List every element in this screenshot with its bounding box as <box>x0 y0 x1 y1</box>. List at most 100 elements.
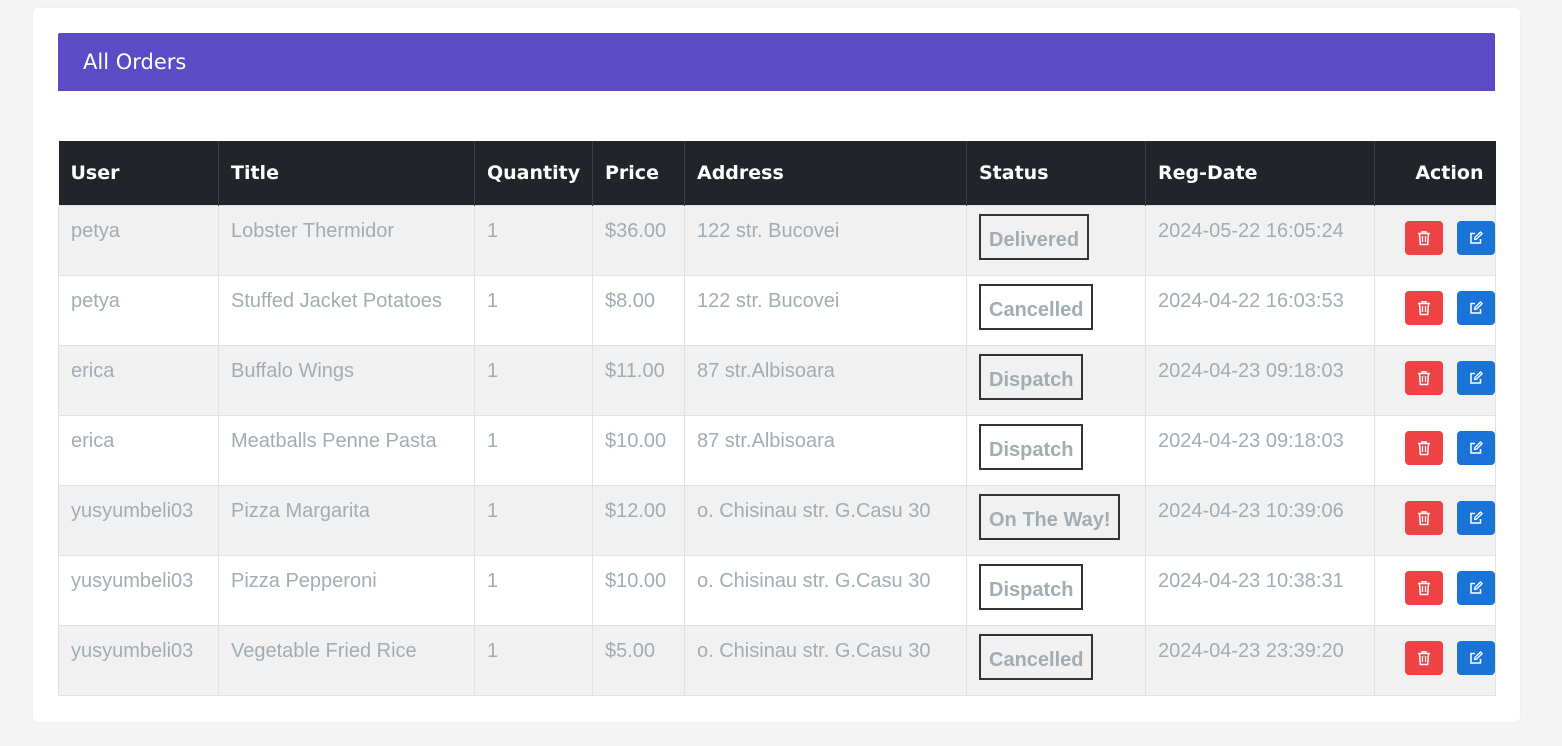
cell-action <box>1374 414 1496 486</box>
cell-title: Buffalo Wings <box>218 344 475 416</box>
cell-price: $12.00 <box>592 484 685 556</box>
delete-button[interactable] <box>1405 221 1444 255</box>
address-text: 122 str. Bucovei <box>697 289 840 312</box>
edit-button[interactable] <box>1457 571 1495 605</box>
address-text: o. Chisinau str. G.Casu 30 <box>697 569 931 592</box>
user-text: yusyumbeli03 <box>71 639 194 662</box>
reg-date-text: 2024-05-22 16:05:24 <box>1158 219 1344 242</box>
edit-button[interactable] <box>1457 431 1495 465</box>
table-row: petya Lobster Thermidor 1 $36.00 122 str… <box>58 204 1496 276</box>
delete-button[interactable] <box>1405 501 1444 535</box>
user-text: yusyumbeli03 <box>71 499 194 522</box>
reg-date-text: 2024-04-23 10:39:06 <box>1158 499 1344 522</box>
price-text: $5.00 <box>605 639 656 662</box>
edit-icon <box>1470 371 1483 384</box>
price-text: $10.00 <box>605 429 667 452</box>
delete-button[interactable] <box>1405 571 1444 605</box>
edit-icon <box>1470 651 1483 664</box>
address-text: o. Chisinau str. G.Casu 30 <box>697 499 931 522</box>
column-header-quantity[interactable]: Quantity <box>474 141 593 205</box>
cell-quantity: 1 <box>474 414 593 486</box>
reg-date-text: 2024-04-23 10:38:31 <box>1158 569 1344 592</box>
reg-date-text: 2024-04-23 09:18:03 <box>1158 359 1344 382</box>
table-row: yusyumbeli03 Pizza Pepperoni 1 $10.00 o.… <box>58 554 1496 626</box>
column-header-reg-date[interactable]: Reg-Date <box>1145 141 1375 205</box>
user-text: petya <box>71 219 120 242</box>
edit-icon <box>1470 441 1483 454</box>
edit-button[interactable] <box>1457 361 1495 395</box>
column-header-price[interactable]: Price <box>592 141 685 205</box>
title-text: Vegetable Fried Rice <box>231 639 417 662</box>
quantity-text: 1 <box>487 219 499 242</box>
cell-price: $8.00 <box>592 274 685 346</box>
user-text: petya <box>71 289 120 312</box>
table-header-row: User Title Quantity Price Address Status… <box>58 141 1496 205</box>
trash-icon <box>1418 441 1431 456</box>
cell-status: On The Way! <box>966 484 1146 556</box>
edit-icon <box>1470 581 1483 594</box>
status-badge: Cancelled <box>979 284 1094 330</box>
address-text: 87 str.Albisoara <box>697 429 835 452</box>
edit-button[interactable] <box>1457 641 1495 675</box>
cell-reg-date: 2024-04-23 23:39:20 <box>1145 624 1375 696</box>
quantity-text: 1 <box>487 569 499 592</box>
column-header-address[interactable]: Address <box>684 141 967 205</box>
cell-address: o. Chisinau str. G.Casu 30 <box>684 624 967 696</box>
cell-quantity: 1 <box>474 484 593 556</box>
cell-title: Stuffed Jacket Potatoes <box>218 274 475 346</box>
cell-status: Dispatch <box>966 414 1146 486</box>
price-text: $10.00 <box>605 569 667 592</box>
cell-quantity: 1 <box>474 274 593 346</box>
price-text: $8.00 <box>605 289 656 312</box>
cell-user: yusyumbeli03 <box>58 624 219 696</box>
delete-button[interactable] <box>1405 361 1444 395</box>
cell-user: yusyumbeli03 <box>58 554 219 626</box>
quantity-text: 1 <box>487 499 499 522</box>
trash-icon <box>1418 371 1431 386</box>
cell-title: Vegetable Fried Rice <box>218 624 475 696</box>
edit-button[interactable] <box>1457 221 1495 255</box>
status-badge: Delivered <box>979 214 1090 260</box>
column-header-title[interactable]: Title <box>218 141 475 205</box>
status-badge: Dispatch <box>979 354 1084 400</box>
cell-title: Pizza Margarita <box>218 484 475 556</box>
title-text: Meatballs Penne Pasta <box>231 429 437 452</box>
status-badge: On The Way! <box>979 494 1121 540</box>
orders-header: All Orders <box>58 33 1495 91</box>
cell-user: erica <box>58 414 219 486</box>
reg-date-text: 2024-04-23 09:18:03 <box>1158 429 1344 452</box>
cell-address: o. Chisinau str. G.Casu 30 <box>684 554 967 626</box>
quantity-text: 1 <box>487 359 499 382</box>
delete-button[interactable] <box>1405 291 1444 325</box>
cell-reg-date: 2024-04-23 10:39:06 <box>1145 484 1375 556</box>
cell-quantity: 1 <box>474 624 593 696</box>
cell-price: $36.00 <box>592 204 685 276</box>
cell-title: Meatballs Penne Pasta <box>218 414 475 486</box>
trash-icon <box>1418 651 1431 666</box>
cell-reg-date: 2024-05-22 16:05:24 <box>1145 204 1375 276</box>
delete-button[interactable] <box>1405 431 1444 465</box>
orders-table-body: petya Lobster Thermidor 1 $36.00 122 str… <box>58 204 1496 696</box>
cell-title: Lobster Thermidor <box>218 204 475 276</box>
status-badge: Dispatch <box>979 424 1084 470</box>
cell-user: petya <box>58 204 219 276</box>
cell-user: erica <box>58 344 219 416</box>
edit-icon <box>1470 231 1483 244</box>
cell-quantity: 1 <box>474 344 593 416</box>
cell-price: $10.00 <box>592 554 685 626</box>
cell-action <box>1374 624 1496 696</box>
cell-status: Dispatch <box>966 554 1146 626</box>
cell-price: $5.00 <box>592 624 685 696</box>
cell-address: o. Chisinau str. G.Casu 30 <box>684 484 967 556</box>
cell-status: Cancelled <box>966 624 1146 696</box>
cell-address: 122 str. Bucovei <box>684 204 967 276</box>
delete-button[interactable] <box>1405 641 1444 675</box>
title-text: Lobster Thermidor <box>231 219 395 242</box>
column-header-user[interactable]: User <box>58 141 219 205</box>
cell-status: Cancelled <box>966 274 1146 346</box>
edit-button[interactable] <box>1457 291 1495 325</box>
quantity-text: 1 <box>487 639 499 662</box>
edit-button[interactable] <box>1457 501 1495 535</box>
cell-action <box>1374 344 1496 416</box>
column-header-status[interactable]: Status <box>966 141 1146 205</box>
